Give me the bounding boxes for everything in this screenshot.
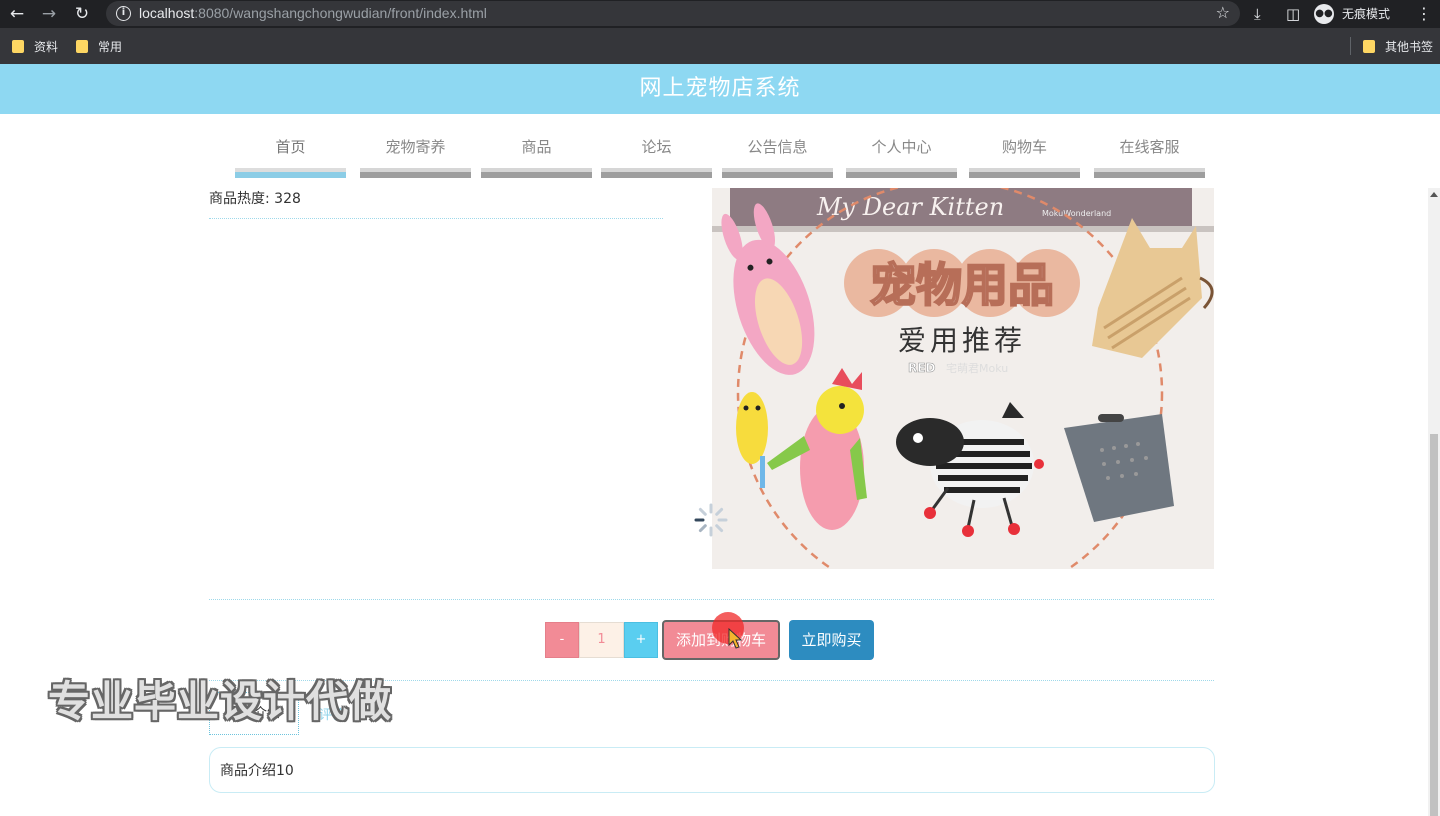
scrollbar-thumb[interactable] <box>1430 434 1438 816</box>
page-scrollbar[interactable] <box>1428 188 1440 816</box>
product-description: 商品介绍10 <box>209 747 1215 793</box>
divider <box>209 218 663 219</box>
bookmark-folder-resources[interactable]: 资料 <box>12 38 58 55</box>
download-icon[interactable]: ⤓ <box>1254 3 1261 25</box>
incognito-indicator[interactable]: ●● 无痕模式 <box>1314 2 1390 25</box>
nav-label: 商品 <box>521 138 552 156</box>
bookmarks-bar: 资料 常用 其他书签 <box>0 28 1440 64</box>
nav-announcements[interactable]: 公告信息 <box>722 126 833 178</box>
nav-underline <box>846 168 957 178</box>
bookmarks-divider <box>1350 37 1351 55</box>
image-tag-suffix-text: 宅萌君Moku <box>946 361 1008 375</box>
nav-label: 论坛 <box>641 138 672 156</box>
bookmark-folder-other[interactable]: 其他书签 <box>1363 38 1433 55</box>
nav-label: 首页 <box>275 138 306 156</box>
mouse-cursor-icon <box>728 628 743 649</box>
browser-toolbar: ← → ↻ i localhost:8080/wangshangchongwud… <box>0 0 1440 28</box>
nav-label: 宠物寄养 <box>385 138 446 156</box>
nav-underline <box>481 168 592 178</box>
site-header: 网上宠物店系统 <box>0 64 1440 114</box>
side-panel-icon[interactable]: ◫ <box>1286 3 1300 25</box>
incognito-label: 无痕模式 <box>1342 7 1391 21</box>
product-image: My Dear Kitten MokuWonderland 宠物用品 爱用推荐 … <box>712 188 1214 569</box>
image-headline-text: 宠物用品 <box>870 258 1054 312</box>
quantity-decrease-button[interactable]: - <box>545 622 579 658</box>
nav-label: 公告信息 <box>747 138 808 156</box>
image-banner-text: My Dear Kitten <box>816 193 1004 221</box>
watermark-overlay: 专业毕业设计代做 <box>48 677 393 726</box>
url-text[interactable]: localhost:8080/wangshangchongwudian/fron… <box>139 5 487 21</box>
nav-underline <box>360 168 471 178</box>
product-hotness: 商品热度: 328 <box>209 191 301 207</box>
forward-arrow-icon[interactable]: → <box>38 3 60 25</box>
bookmark-star-icon[interactable]: ☆ <box>1216 3 1230 22</box>
quantity-increase-button[interactable]: + <box>624 622 658 658</box>
folder-icon <box>1363 40 1375 53</box>
incognito-icon: ●● <box>1314 3 1334 24</box>
image-subline-text: 爱用推荐 <box>898 324 1026 357</box>
nav-label: 个人中心 <box>871 138 932 156</box>
nav-personal-center[interactable]: 个人中心 <box>846 126 957 178</box>
nav-cart[interactable]: 购物车 <box>969 126 1080 178</box>
loading-spinner-icon <box>694 503 728 537</box>
nav-home[interactable]: 首页 <box>235 126 346 178</box>
buy-now-button[interactable]: 立即购买 <box>789 620 874 660</box>
nav-underline <box>722 168 833 178</box>
nav-underline <box>969 168 1080 178</box>
site-title: 网上宠物店系统 <box>639 76 801 101</box>
bookmark-folder-common[interactable]: 常用 <box>76 38 122 55</box>
nav-underline <box>1094 168 1205 178</box>
nav-underline <box>601 168 712 178</box>
back-arrow-icon[interactable]: ← <box>6 3 28 25</box>
quantity-input[interactable]: 1 <box>579 622 624 658</box>
nav-label: 在线客服 <box>1119 138 1180 156</box>
browser-menu-icon[interactable]: ⋮ <box>1416 3 1432 25</box>
nav-customer-service[interactable]: 在线客服 <box>1094 126 1205 178</box>
nav-label: 购物车 <box>1001 138 1047 156</box>
folder-icon <box>76 40 88 53</box>
site-info-icon[interactable]: i <box>116 6 131 21</box>
divider <box>209 599 1214 600</box>
nav-products[interactable]: 商品 <box>481 126 592 178</box>
nav-pet-boarding[interactable]: 宠物寄养 <box>360 126 471 178</box>
folder-icon <box>12 40 24 53</box>
nav-forum[interactable]: 论坛 <box>601 126 712 178</box>
reload-icon[interactable]: ↻ <box>71 3 93 25</box>
scroll-up-arrow-icon[interactable] <box>1430 192 1438 197</box>
address-bar[interactable]: i localhost:8080/wangshangchongwudian/fr… <box>106 1 1240 26</box>
image-tag-text: RED <box>908 361 935 375</box>
image-brand-text: MokuWonderland <box>1042 209 1111 218</box>
nav-underline <box>235 168 346 178</box>
